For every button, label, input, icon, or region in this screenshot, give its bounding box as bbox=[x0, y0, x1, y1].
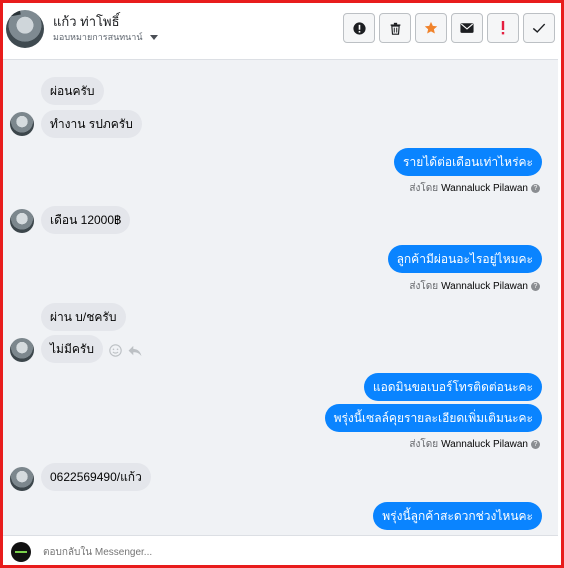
highlight-border bbox=[0, 0, 564, 568]
